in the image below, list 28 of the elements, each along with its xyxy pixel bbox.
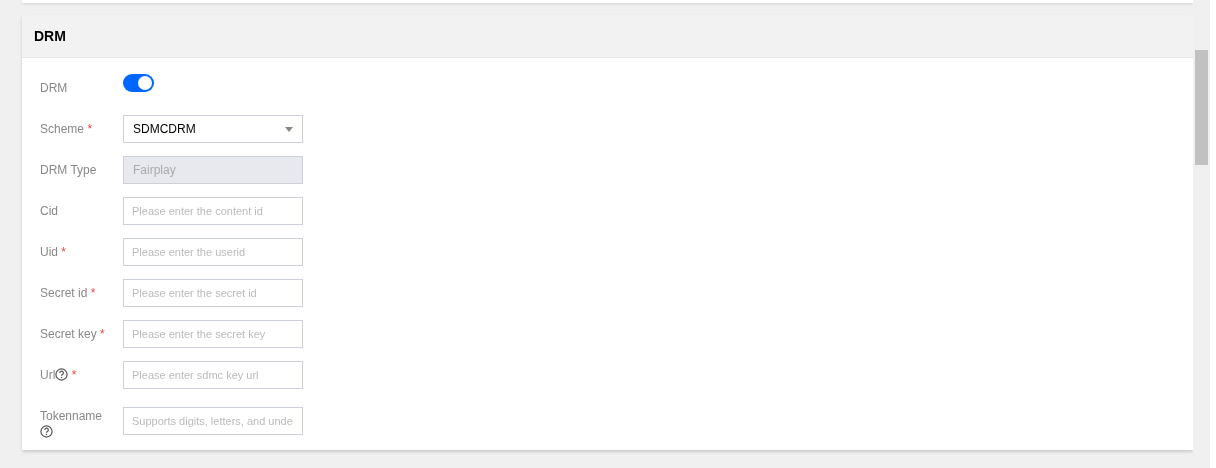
input-field[interactable]: Please enter the content id [123, 197, 303, 225]
field-label: Tokenname [40, 409, 103, 423]
scheme-select[interactable]: SDMCDRM [123, 115, 303, 143]
toggle-switch[interactable] [123, 74, 154, 92]
input-field[interactable]: Please enter the secret id [123, 279, 303, 307]
caret-icon [285, 126, 293, 132]
input-field[interactable]: Please enter sdmc key url [123, 361, 303, 389]
field-label: DRM Type [40, 163, 97, 177]
field-label: Cid [40, 204, 58, 218]
input-field[interactable]: Please enter the secret key [123, 320, 303, 348]
required-mark: * [71, 368, 77, 382]
field-label: Secret key [40, 327, 97, 341]
field-label: Uid [40, 245, 58, 259]
field-label: Scheme [40, 122, 85, 136]
help-icon[interactable] [55, 368, 69, 381]
scrollbar-thumb[interactable] [1195, 50, 1208, 165]
section-title: DRM [34, 26, 66, 46]
required-mark: * [87, 122, 93, 136]
input-field[interactable]: Please enter the userid [123, 238, 303, 266]
field-label: Secret id [40, 286, 88, 300]
required-mark: * [100, 327, 105, 341]
help-icon[interactable] [40, 425, 53, 438]
required-mark: * [90, 286, 96, 300]
field-label: Url [40, 368, 56, 382]
input-field[interactable]: Supports digits, letters, and unde [123, 407, 303, 435]
required-mark: * [61, 245, 67, 259]
field-label: DRM [40, 81, 68, 95]
input-field: Fairplay [123, 156, 303, 184]
